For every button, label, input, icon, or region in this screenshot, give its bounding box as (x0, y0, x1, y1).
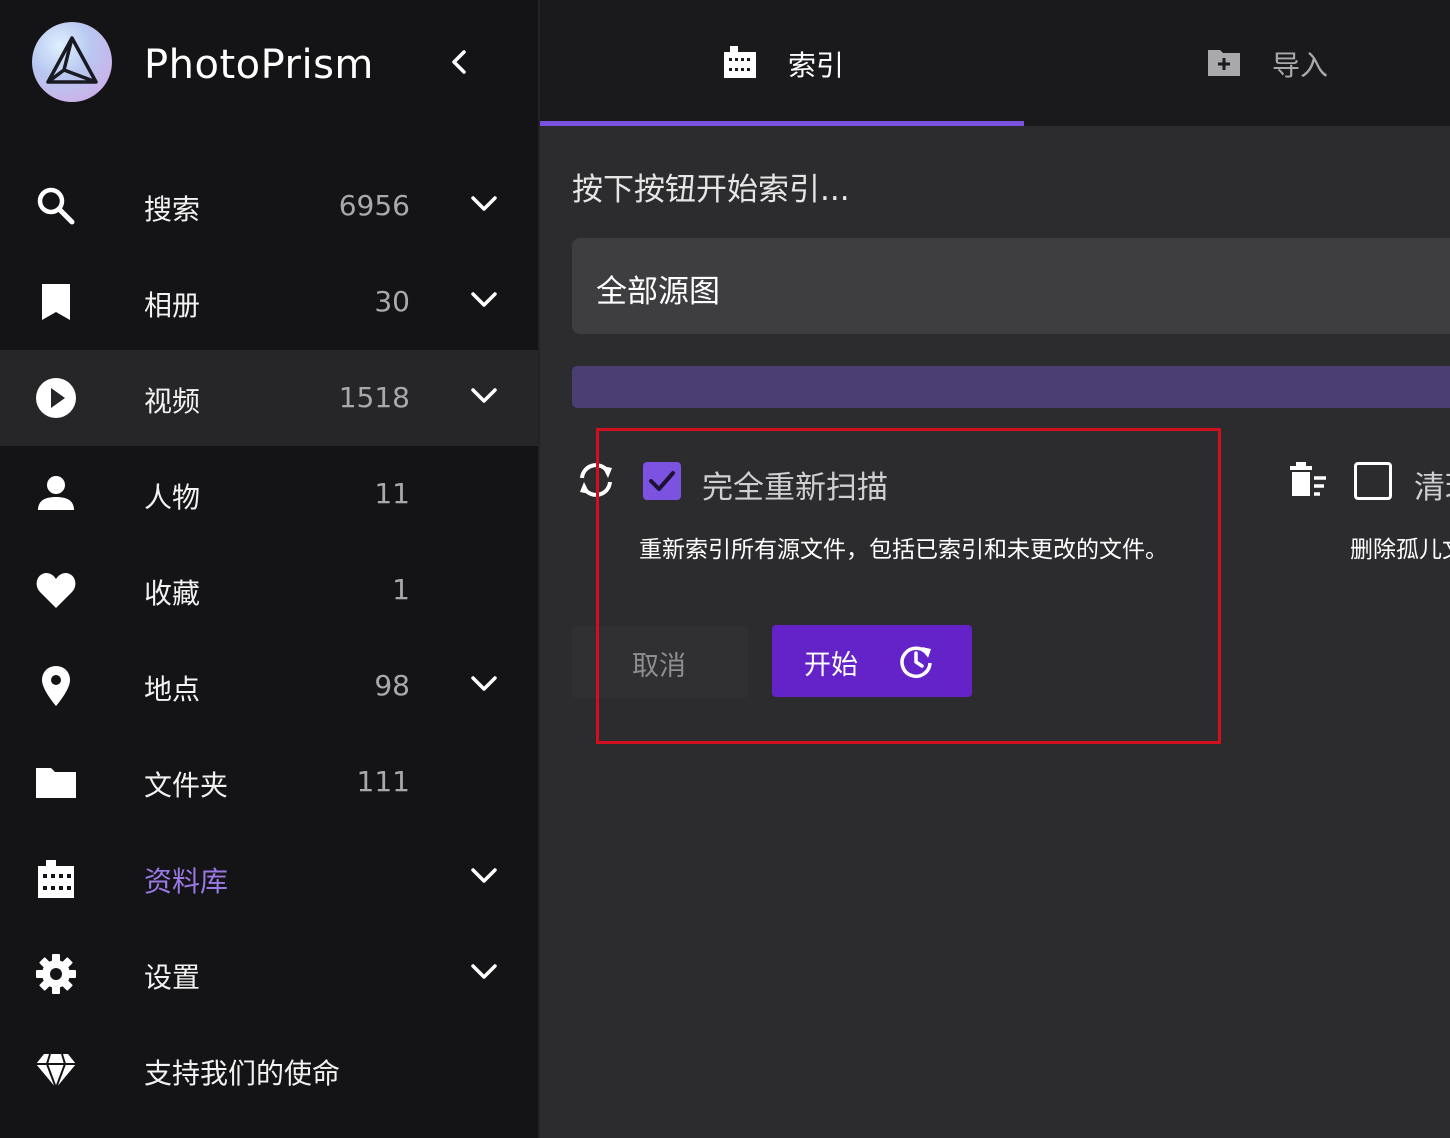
rescan-checkbox[interactable] (643, 462, 681, 500)
sidebar-item-albums[interactable]: 相册 30 (0, 254, 538, 350)
app-name: PhotoPrism (144, 42, 374, 88)
sidebar-item-count: 11 (374, 477, 410, 510)
cleanup-label[interactable]: 清理 (1414, 462, 1450, 507)
search-icon (37, 187, 75, 225)
sidebar-item-search[interactable]: 搜索 6956 (0, 158, 538, 254)
sidebar-item-label: 相册 (144, 289, 201, 322)
gear-icon (36, 954, 76, 994)
sidebar-item-count: 1518 (338, 381, 410, 414)
refresh-clock-icon (900, 646, 932, 678)
sidebar-item-folders[interactable]: 文件夹 111 (0, 734, 538, 830)
sidebar-item-settings[interactable]: 设置 (0, 926, 538, 1022)
folder-icon (36, 768, 76, 798)
chevron-down-icon[interactable] (468, 956, 500, 988)
sidebar-item-label: 收藏 (144, 577, 201, 610)
sidebar-item-count: 30 (374, 285, 410, 318)
sidebar-item-label: 搜索 (144, 193, 201, 226)
sidebar-item-videos[interactable]: 视频 1518 (0, 350, 538, 446)
chevron-down-icon[interactable] (468, 188, 500, 220)
tab-index[interactable]: 索引 (540, 0, 1024, 126)
bookmark-icon (42, 284, 70, 320)
map-pin-icon (42, 666, 70, 706)
chevron-down-icon[interactable] (468, 860, 500, 892)
sidebar-item-places[interactable]: 地点 98 (0, 638, 538, 734)
start-button-label: 开始 (804, 650, 858, 681)
sidebar-item-library[interactable]: 资料库 (0, 830, 538, 926)
sidebar-item-label: 视频 (144, 385, 201, 418)
sidebar-item-label: 支持我们的使命 (144, 1057, 341, 1090)
sidebar-item-favorites[interactable]: 收藏 1 (0, 542, 538, 638)
index-prompt: 按下按钮开始索引... (572, 172, 850, 208)
sidebar: PhotoPrism 搜索 6956 相册 30 视频 1518 人物 11 收… (0, 0, 538, 1138)
heart-icon (36, 573, 76, 608)
sidebar-item-label: 资料库 (144, 865, 229, 898)
path-select-value: 全部源图 (596, 274, 720, 310)
sidebar-item-count: 6956 (338, 189, 410, 222)
cleanup-checkbox[interactable] (1354, 462, 1392, 500)
cleanup-description: 删除孤儿文件 (1350, 537, 1450, 563)
photoprism-logo[interactable] (32, 22, 112, 102)
delete-sweep-icon (1290, 462, 1326, 496)
sidebar-item-count: 98 (374, 669, 410, 702)
cancel-button-label: 取消 (632, 651, 686, 682)
brand-header: PhotoPrism (0, 0, 538, 126)
index-panel: 按下按钮开始索引... 全部源图 完全重新扫描 重新索引所有源文件，包括已索引和… (540, 126, 1450, 1138)
rescan-description: 重新索引所有源文件，包括已索引和未更改的文件。 (639, 537, 1168, 563)
sidebar-item-label: 地点 (144, 673, 201, 706)
tab-label: 索引 (788, 49, 845, 82)
sidebar-item-support[interactable]: 支持我们的使命 (0, 1022, 538, 1118)
cancel-button[interactable]: 取消 (572, 626, 748, 698)
folder-plus-icon (1208, 50, 1240, 76)
person-icon (38, 476, 74, 510)
index-progress-bar (572, 366, 1450, 408)
sidebar-item-count: 1 (392, 573, 410, 606)
chevron-down-icon[interactable] (468, 380, 500, 412)
sidebar-item-people[interactable]: 人物 11 (0, 446, 538, 542)
sidebar-item-count: 111 (356, 765, 410, 798)
film-icon (724, 46, 756, 78)
collapse-sidebar-icon[interactable] (444, 44, 476, 84)
play-circle-icon (36, 378, 76, 418)
tab-bar: 索引 导入 (540, 0, 1450, 126)
rescan-label[interactable]: 完全重新扫描 (702, 462, 888, 507)
chevron-down-icon[interactable] (468, 668, 500, 700)
start-button[interactable]: 开始 (772, 625, 972, 697)
sidebar-item-label: 人物 (144, 481, 201, 514)
checkmark-icon (649, 471, 675, 491)
film-library-icon (38, 860, 74, 898)
tab-label: 导入 (1272, 49, 1329, 82)
sidebar-item-label: 文件夹 (144, 769, 229, 802)
chevron-down-icon[interactable] (468, 284, 500, 316)
sidebar-item-label: 设置 (144, 961, 201, 994)
sync-icon (580, 463, 612, 497)
tab-import[interactable]: 导入 (1024, 0, 1450, 126)
path-select[interactable]: 全部源图 (572, 238, 1450, 334)
diamond-icon (36, 1053, 76, 1091)
